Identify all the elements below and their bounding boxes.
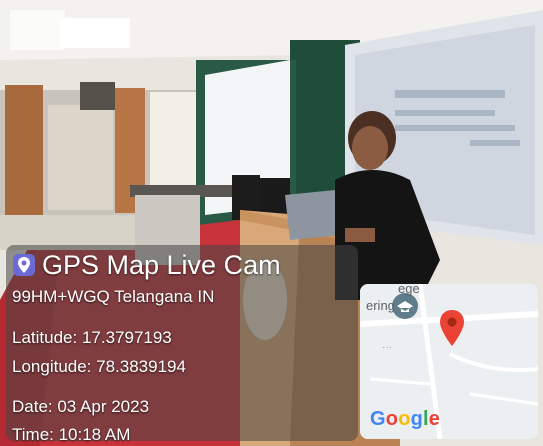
location-pin-icon bbox=[13, 254, 35, 276]
map-thumbnail: ··· ege ering Google bbox=[360, 284, 538, 439]
google-logo-letter: o bbox=[398, 408, 411, 430]
time-text: Time: 10:18 AM bbox=[12, 425, 131, 444]
google-logo: Google bbox=[370, 408, 440, 431]
longitude-text: Longitude: 78.3839194 bbox=[12, 357, 186, 376]
app-name-text: GPS Map Live Cam bbox=[42, 250, 281, 280]
latitude-text: Latitude: 17.3797193 bbox=[12, 328, 172, 347]
location-plus-code: 99HM+WGQ Telangana IN bbox=[12, 287, 215, 306]
photo-frame: GPS Map Live Cam 99HM+WGQ Telangana IN L… bbox=[0, 0, 543, 446]
app-title: GPS Map Live Cam bbox=[12, 250, 281, 280]
svg-text:···: ··· bbox=[382, 342, 392, 353]
map-place-label-1: ege bbox=[398, 284, 420, 296]
date-text: Date: 03 Apr 2023 bbox=[12, 397, 150, 416]
map-place-label-2: ering bbox=[366, 298, 395, 313]
google-logo-letter: g bbox=[410, 408, 424, 430]
google-logo-letter: o bbox=[385, 408, 399, 430]
google-logo-letter: e bbox=[428, 408, 441, 430]
google-logo-letter: G bbox=[370, 408, 386, 430]
